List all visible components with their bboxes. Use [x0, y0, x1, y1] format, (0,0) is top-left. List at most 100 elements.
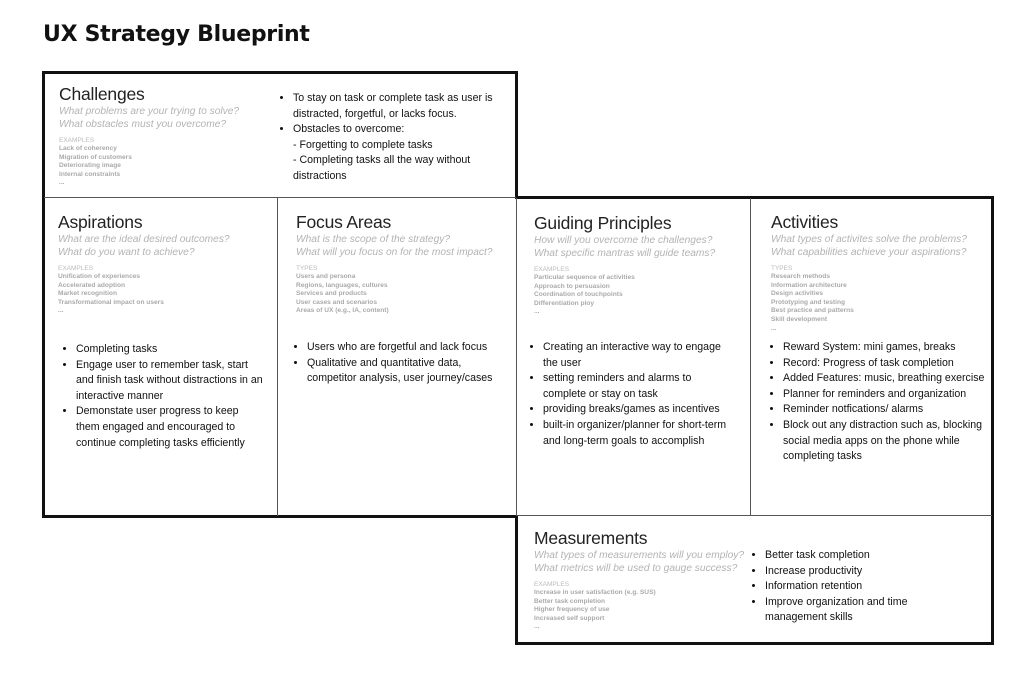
example-item: Users and persona [296, 273, 356, 280]
border [515, 196, 994, 199]
bullet-item: Planner for reminders and organization [783, 387, 990, 403]
example-item: Higher frequency of use [534, 606, 610, 614]
focus-areas-section: Focus Areas What is the scope of the str… [296, 212, 511, 316]
border [515, 515, 518, 645]
divider [516, 198, 517, 516]
examples-label: EXAMPLES [59, 137, 95, 144]
section-question: What types of measurements will you empl… [534, 550, 745, 561]
examples-label: EXAMPLES [534, 581, 570, 588]
divider [750, 198, 751, 516]
divider [517, 515, 992, 516]
bullet-item: Record: Progress of task completion [783, 356, 990, 372]
bullet-item: Block out any distraction such as, block… [783, 418, 990, 465]
example-item: Information architecture [771, 281, 847, 289]
bullet-item: Increase productivity [765, 564, 972, 580]
example-item: Research methods [771, 273, 830, 280]
section-question: What obstacles must you overcome? [59, 118, 227, 130]
border [42, 71, 45, 518]
border [42, 515, 518, 518]
example-item: Approach to persuasion [534, 282, 610, 290]
example-item: ... [534, 308, 540, 316]
bullet-item: Added Features: music, breathing exercis… [783, 371, 990, 387]
section-question: What capabilities achieve your aspiratio… [771, 246, 967, 258]
bullet-item: Engage user to remember task, start and … [76, 358, 263, 405]
divider [277, 198, 278, 516]
example-item: Accelerated adoption [58, 281, 126, 289]
section-question: What will you focus on for the most impa… [296, 246, 493, 258]
example-item: Migration of customers [59, 153, 132, 161]
section-question: What types of activites solve the proble… [771, 234, 967, 245]
measurements-content: Better task completion Increase producti… [747, 548, 972, 626]
examples-label: EXAMPLES [58, 265, 94, 272]
guiding-principles-content: Creating an interactive way to engage th… [525, 340, 737, 449]
example-item: Particular sequence of activities [534, 274, 635, 281]
example-item: Areas of UX (e.g., IA, content) [296, 307, 389, 315]
example-item: Differentiation ploy [534, 299, 595, 307]
divider [44, 197, 516, 198]
example-item: Design activities [771, 290, 824, 298]
example-item: Best practice and patterns [771, 307, 854, 315]
example-item: Coordination of touchpoints [534, 291, 623, 299]
example-item: Services and products [296, 290, 367, 298]
aspirations-section: Aspirations What are the ideal desired o… [58, 212, 273, 316]
example-item: Prototyping and testing [771, 298, 845, 306]
examples-label: TYPES [771, 265, 793, 272]
section-heading: Guiding Principles [534, 213, 672, 233]
examples-label: EXAMPLES [534, 266, 570, 273]
example-item: ... [59, 179, 65, 187]
page-title: UX Strategy Blueprint [43, 22, 310, 47]
example-item: Increase in user satisfaction (e.g. SUS) [534, 589, 656, 596]
bullet-item: Creating an interactive way to engage th… [543, 340, 737, 371]
bullet-item: Improve organization and time management… [765, 595, 972, 626]
section-question: What do you want to achieve? [58, 246, 195, 258]
example-item: Lack of coherency [59, 145, 117, 152]
example-item: Increased self support [534, 614, 605, 622]
example-item: Regions, languages, cultures [296, 281, 388, 289]
bullet-item: Information retention [765, 579, 972, 595]
bullet-item: Users who are forgetful and lack focus [307, 340, 504, 356]
border [42, 71, 518, 74]
focus-areas-content: Users who are forgetful and lack focus Q… [289, 340, 504, 387]
bullet-item: To stay on task or complete task as user… [293, 91, 505, 122]
border [991, 196, 994, 645]
section-question: What is the scope of the strategy? [296, 234, 451, 245]
bullet-item: Better task completion [765, 548, 972, 564]
bullet-item: Qualitative and quantitative data, compe… [307, 356, 504, 387]
section-heading: Aspirations [58, 212, 143, 232]
example-item: User cases and scenarios [296, 298, 378, 306]
activities-content: Reward System: mini games, breaks Record… [765, 340, 990, 465]
example-item: Internal constraints [59, 170, 121, 178]
challenges-content: To stay on task or complete task as user… [275, 91, 505, 185]
bullet-item: providing breaks/games as incentives [543, 402, 737, 418]
section-question: What metrics will be used to gauge succe… [534, 562, 738, 574]
example-item: ... [58, 307, 64, 315]
bullet-item: setting reminders and alarms to complete… [543, 371, 737, 402]
bullet-item: Completing tasks [76, 342, 263, 358]
guiding-principles-section: Guiding Principles How will you overcome… [534, 213, 749, 317]
section-question: What problems are your trying to solve? [59, 106, 240, 117]
example-item: Deteriorating image [59, 162, 121, 170]
example-item: Better task completion [534, 597, 606, 605]
section-heading: Activities [771, 212, 839, 232]
section-heading: Challenges [59, 84, 145, 104]
aspirations-content: Completing tasks Engage user to remember… [58, 342, 263, 451]
example-item: Market recognition [58, 290, 117, 298]
example-item: Skill development [771, 315, 828, 323]
challenges-section: Challenges What problems are your trying… [59, 84, 279, 188]
section-question: What are the ideal desired outcomes? [58, 234, 230, 245]
bullet-item: Obstacles to overcome: - Forgetting to c… [293, 122, 505, 184]
bullet-item: Reward System: mini games, breaks [783, 340, 990, 356]
section-question: What specific mantras will guide teams? [534, 247, 716, 259]
example-item: Transformational impact on users [58, 298, 164, 306]
bullet-item: Reminder notfications/ alarms [783, 402, 990, 418]
example-item: ... [771, 324, 777, 332]
section-heading: Focus Areas [296, 212, 392, 232]
example-item: Unification of experiences [58, 273, 141, 280]
sub-item: - Completing tasks all the way without d… [293, 154, 471, 182]
bullet-text: Obstacles to overcome: [293, 123, 405, 136]
examples-label: TYPES [296, 265, 318, 272]
measurements-section: Measurements What types of measurements … [534, 528, 754, 632]
sub-item: - Forgetting to complete tasks [293, 138, 433, 151]
bullet-item: Demonstate user progress to keep them en… [76, 404, 263, 451]
activities-section: Activities What types of activites solve… [771, 212, 986, 333]
